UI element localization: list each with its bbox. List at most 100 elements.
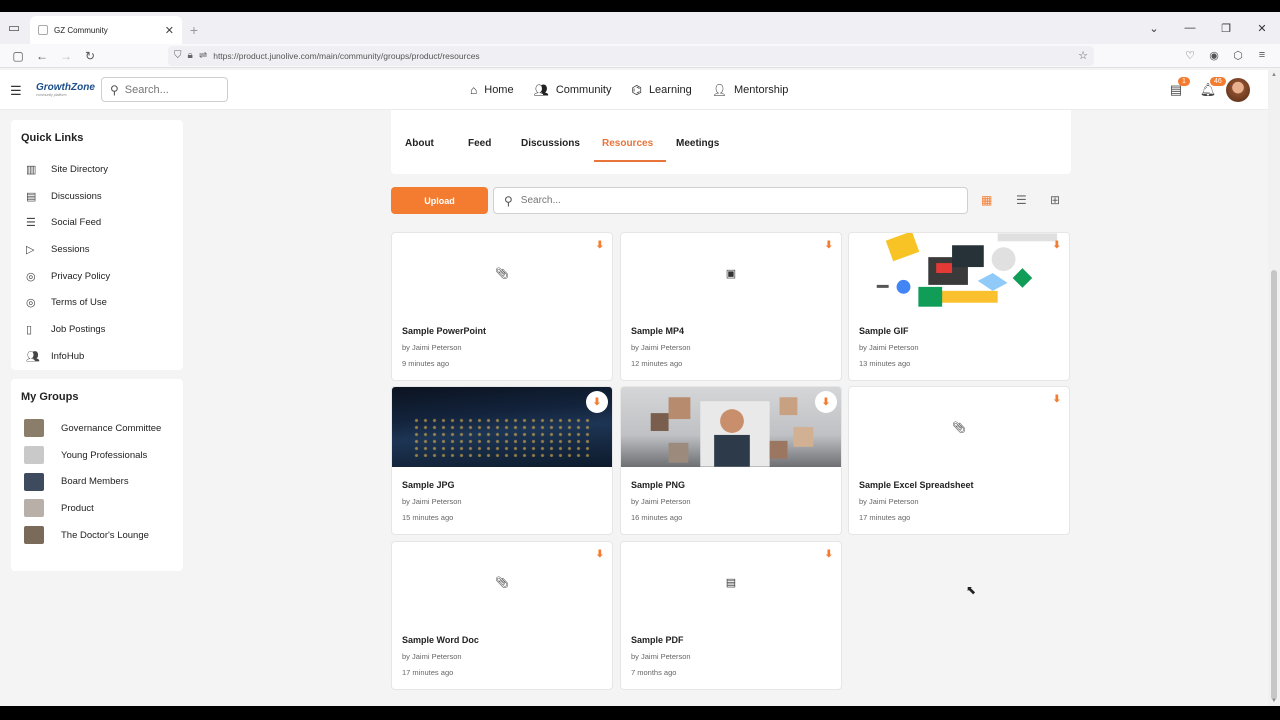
- lock-icon: 🔒︎: [187, 50, 193, 61]
- header-search-input[interactable]: [124, 83, 205, 96]
- quick-link-discussions[interactable]: ▤ Discussions: [21, 183, 173, 210]
- download-icon[interactable]: ⬇: [1053, 394, 1061, 405]
- resource-card[interactable]: ⬇ Sample PNG by Jaimi Peterson 16 minute…: [620, 386, 842, 535]
- graduation-cap-icon: ⌬: [631, 83, 642, 97]
- sidebar-toggle-icon[interactable]: ▢: [6, 49, 30, 63]
- hamburger-menu-icon[interactable]: ☰: [10, 83, 22, 99]
- group-item[interactable]: Board Members: [21, 468, 173, 495]
- quick-link-terms-of-use[interactable]: ◎ Terms of Use: [21, 289, 173, 316]
- group-item[interactable]: Young Professionals: [21, 442, 173, 469]
- back-icon[interactable]: ←: [30, 49, 54, 63]
- tab-meetings[interactable]: Meetings: [676, 138, 719, 149]
- quick-link-sessions[interactable]: ▷ Sessions: [21, 236, 173, 263]
- scroll-up-icon[interactable]: ▲: [1271, 72, 1277, 78]
- bookmark-star-icon[interactable]: ☆: [1078, 49, 1088, 62]
- quick-link-infohub[interactable]: 👥︎ InfoHub: [21, 343, 173, 370]
- close-window-icon[interactable]: ✕: [1244, 22, 1280, 35]
- upload-button[interactable]: Upload: [391, 187, 488, 214]
- group-item[interactable]: Product: [21, 495, 173, 522]
- url-bar[interactable]: ⛉ 🔒︎ ⇌ https://product.junolive.com/main…: [168, 45, 1094, 66]
- messages-button[interactable]: ▤ 1: [1160, 77, 1192, 98]
- menu-icon[interactable]: ≡: [1250, 49, 1274, 62]
- gif-illustration-graphic: [876, 233, 1058, 307]
- new-tab-icon[interactable]: +: [182, 16, 206, 44]
- extensions-icon[interactable]: ⬡: [1226, 49, 1250, 62]
- group-label: The Doctor's Lounge: [61, 529, 149, 541]
- pocket-icon[interactable]: ♡: [1178, 49, 1202, 62]
- list-view-icon[interactable]: ☰: [1016, 193, 1027, 207]
- resource-time: 15 minutes ago: [402, 513, 454, 522]
- nav-community[interactable]: 👥︎ Community: [534, 83, 612, 97]
- user-avatar[interactable]: [1226, 78, 1250, 102]
- tab-feed[interactable]: Feed: [468, 138, 491, 149]
- mouse-cursor-icon: ⬉: [966, 583, 977, 597]
- tab-discussions[interactable]: Discussions: [521, 138, 580, 149]
- scrollbar-thumb[interactable]: [1271, 270, 1277, 700]
- page-scrollbar[interactable]: ▲ ▼: [1268, 70, 1280, 706]
- resources-search[interactable]: ⚲: [493, 187, 968, 214]
- download-icon[interactable]: ⬇: [1053, 240, 1061, 251]
- download-icon[interactable]: ⬇: [586, 391, 608, 413]
- nav-learning[interactable]: ⌬ Learning: [631, 83, 691, 97]
- group-item[interactable]: Governance Committee: [21, 415, 173, 442]
- resource-title: Sample Word Doc: [402, 635, 479, 645]
- account-icon[interactable]: ◉: [1202, 49, 1226, 62]
- my-groups-panel: My Groups Governance Committee Young Pro…: [11, 379, 183, 571]
- resource-card[interactable]: 📎︎ ⬇ Sample Excel Spreadsheet by Jaimi P…: [848, 386, 1070, 535]
- tab-list-icon[interactable]: ▭: [0, 12, 28, 44]
- download-icon[interactable]: ⬇: [596, 549, 604, 560]
- tab-about[interactable]: About: [405, 138, 434, 149]
- scroll-down-icon[interactable]: ▼: [1271, 698, 1277, 704]
- active-tab-underline: [594, 160, 666, 162]
- resource-card[interactable]: ⬇ Sample GIF by Jaimi Peterson 13 minute…: [848, 232, 1070, 381]
- quick-link-site-directory[interactable]: ▥ Site Directory: [21, 156, 173, 183]
- browser-tab[interactable]: GZ Community ✕: [30, 16, 182, 44]
- browser-toolbar-right: ♡ ◉ ⬡ ≡: [1178, 49, 1274, 62]
- resource-card[interactable]: ▣ ⬇ Sample MP4 by Jaimi Peterson 12 minu…: [620, 232, 842, 381]
- resource-title: Sample Excel Spreadsheet: [859, 480, 974, 490]
- browser-tab-title: GZ Community: [54, 25, 108, 35]
- mentorship-icon: 👤︎: [711, 83, 727, 97]
- header-search[interactable]: ⚲: [101, 77, 228, 102]
- paperclip-icon: 📎︎: [952, 421, 966, 434]
- tab-resources[interactable]: Resources: [602, 138, 653, 149]
- quick-links-panel: Quick Links ▥ Site Directory ▤ Discussions…: [11, 120, 183, 370]
- growthzone-logo[interactable]: GrowthZone community platform: [36, 82, 95, 97]
- grid-view-icon[interactable]: ▦: [981, 193, 992, 207]
- quick-link-social-feed[interactable]: ☰ Social Feed: [21, 209, 173, 236]
- group-label: Young Professionals: [61, 449, 148, 461]
- download-icon[interactable]: ⬇: [596, 240, 604, 251]
- resource-card[interactable]: ⬇ Sample JPG by Jaimi Peterson 15 minute…: [391, 386, 613, 535]
- resource-card[interactable]: 📎︎ ⬇ Sample Word Doc by Jaimi Peterson 1…: [391, 541, 613, 690]
- resource-card[interactable]: 📎︎ ⬇ Sample PowerPoint by Jaimi Peterson…: [391, 232, 613, 381]
- chevron-down-icon[interactable]: ⌄: [1136, 22, 1172, 35]
- resource-title: Sample MP4: [631, 326, 685, 336]
- paperclip-icon: 📎︎: [495, 267, 509, 280]
- group-thumbnail: [24, 472, 44, 491]
- notifications-button[interactable]: 🔔︎ 46: [1192, 77, 1226, 98]
- resource-title: Sample JPG: [402, 480, 455, 490]
- video-call-graphic: [650, 397, 814, 467]
- minimize-icon[interactable]: —: [1172, 22, 1208, 34]
- nav-mentorship[interactable]: 👤︎ Mentorship: [712, 83, 789, 97]
- download-icon[interactable]: ⬇: [815, 391, 837, 413]
- forward-icon[interactable]: →: [54, 49, 78, 63]
- close-tab-icon[interactable]: ✕: [165, 24, 174, 37]
- tree-view-icon[interactable]: ⊞: [1050, 193, 1060, 207]
- restore-icon[interactable]: ❐: [1208, 22, 1244, 35]
- reload-icon[interactable]: ↻: [78, 49, 102, 63]
- resources-search-input[interactable]: [520, 195, 921, 206]
- resource-title: Sample PNG: [631, 480, 686, 490]
- quick-link-privacy-policy[interactable]: ◎ Privacy Policy: [21, 263, 173, 290]
- download-icon[interactable]: ⬇: [825, 549, 833, 560]
- nav-mentorship-label: Mentorship: [734, 84, 789, 96]
- nav-learning-label: Learning: [648, 84, 692, 96]
- permissions-icon: ⇌: [198, 50, 208, 61]
- nav-home[interactable]: ⌂ Home: [470, 83, 514, 97]
- quick-link-label: Job Postings: [51, 323, 106, 335]
- download-icon[interactable]: ⬇: [825, 240, 833, 251]
- video-call-photo: [621, 387, 841, 467]
- group-item[interactable]: The Doctor's Lounge: [21, 522, 173, 549]
- resource-card[interactable]: ▤ ⬇ Sample PDF by Jaimi Peterson 7 month…: [620, 541, 842, 690]
- quick-link-job-postings[interactable]: ▯ Job Postings: [21, 316, 173, 343]
